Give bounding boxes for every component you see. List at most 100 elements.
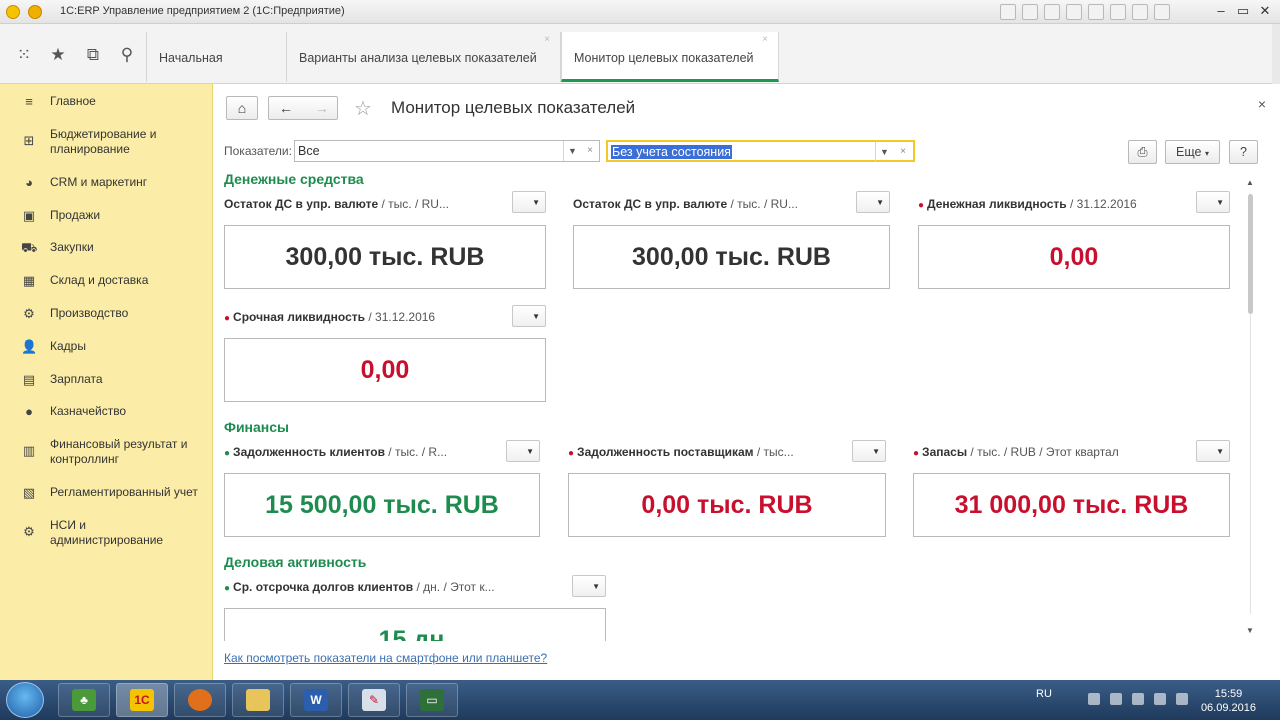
maximize-icon[interactable]: ▭ [1234,3,1252,19]
taskbar-app-paint[interactable]: ✎ [348,683,400,717]
indicator-value-box[interactable]: 15 дн. [224,608,606,641]
indicator-value-box[interactable]: 15 500,00 тыс. RUB [224,473,540,537]
folder-icon [246,689,270,711]
toolbar-icon[interactable] [1022,4,1038,20]
sidebar-item-treasury[interactable]: ● Казначейство [0,404,213,420]
sidebar-item-sales[interactable]: ▣ Продажи [0,208,213,224]
indicator-value-box[interactable]: 300,00 тыс. RUB [224,225,546,289]
tab-analysis-variants[interactable]: Варианты анализа целевых показателей × [287,32,561,82]
tab-home[interactable]: Начальная страница [146,32,287,117]
language-indicator[interactable]: RU [1036,688,1052,700]
mobile-help-link[interactable]: Как посмотреть показатели на смартфоне и… [224,651,547,665]
sidebar-item-staff[interactable]: 👤 Кадры [0,339,213,355]
clear-icon[interactable]: × [581,141,599,161]
indicator-details: / 31.12.2016 [1066,197,1137,211]
toolbar-icon[interactable] [1154,4,1170,20]
scroll-down-icon[interactable]: ▼ [1246,626,1254,635]
app-logo-icon[interactable] [6,5,20,19]
toolbar-icon[interactable] [1066,4,1082,20]
indicator-menu-button[interactable]: ▼ [506,440,540,462]
indicator-title: ● Ср. отсрочка долгов клиентов / дн. / Эт… [224,580,524,594]
indicator-value-box[interactable]: 0,00 [224,338,546,402]
history-icon[interactable]: ⧉ [82,44,104,66]
tray-icon[interactable] [1154,693,1166,705]
indicator-value-box[interactable]: 300,00 тыс. RUB [573,225,890,289]
content-scrollbar[interactable]: ▲ ▼ [1245,178,1255,638]
sidebar-item-production[interactable]: ⚙ Производство [0,306,213,322]
search-icon[interactable]: ⚲ [116,44,138,66]
home-button[interactable]: ⌂ [226,96,258,120]
sidebar-item-salary[interactable]: ▤ Зарплата [0,372,213,388]
clear-icon[interactable]: × [894,142,912,162]
toolbar-icon[interactable] [1088,4,1104,20]
app-menu-icon[interactable] [28,5,42,19]
state-filter-combo[interactable]: Без учета состояния ▼ × [606,140,915,162]
main-content: ⌂ ← → ☆ Монитор целевых показателей × По… [214,84,1280,680]
sidebar-item-crm[interactable]: ◕ CRM и маркетинг [0,175,213,191]
more-button[interactable]: Еще ▾ [1165,140,1220,164]
back-arrow-icon[interactable]: ← [279,100,293,116]
sidebar-item-regulated-accounting[interactable]: ▧ Регламентированный учет [0,485,213,501]
status-dot-green: ● [224,583,231,594]
indicator-value: 0,00 [1049,243,1099,271]
taskbar-app-firefox[interactable] [174,683,226,717]
taskbar-app-1c[interactable]: 1С [116,683,168,717]
terminal-icon: ▭ [420,689,444,711]
indicator-menu-button[interactable]: ▼ [852,440,886,462]
volume-icon[interactable] [1132,693,1144,705]
favorites-star-icon[interactable]: ★ [47,44,69,66]
taskbar-app-terminal[interactable]: ▭ [406,683,458,717]
chevron-down-icon[interactable]: ▼ [875,142,893,162]
favorite-star-icon[interactable]: ☆ [354,96,372,121]
sidebar-item-main[interactable]: ≡ Главное [0,94,213,110]
indicator-menu-button[interactable]: ▼ [512,305,546,327]
indicator-value: 300,00 тыс. RUB [632,243,831,271]
sidebar-item-administration[interactable]: ⚙ НСИ и администрирование [0,518,213,550]
history-nav-button[interactable]: ← → [268,96,338,120]
toolbar-icon[interactable] [1132,4,1148,20]
taskbar-app-explorer[interactable]: ♣ [58,683,110,717]
start-button[interactable] [6,682,44,718]
taskbar: ♣ 1С W ✎ ▭ RU 15:59 06.09.2016 [0,680,1280,720]
help-button[interactable]: ? [1229,140,1258,164]
tab-close-icon[interactable]: × [762,14,768,66]
tab-close-icon[interactable]: × [544,14,550,66]
minimize-icon[interactable]: – [1212,3,1230,18]
indicator-menu-button[interactable]: ▼ [856,191,890,213]
indicator-details: / 31.12.2016 [365,310,436,324]
indicator-menu-button[interactable]: ▼ [572,575,606,597]
tray-flag-icon[interactable] [1088,693,1100,705]
clock[interactable]: 15:59 06.09.2016 [1201,687,1256,715]
taskbar-app-files[interactable] [232,683,284,717]
network-icon[interactable] [1110,693,1122,705]
indicators-filter-combo[interactable]: Все ▼ × [294,140,600,162]
taskbar-app-word[interactable]: W [290,683,342,717]
scroll-thumb[interactable] [1248,194,1253,314]
forward-arrow-icon[interactable]: → [315,100,329,116]
tab-target-monitor[interactable]: Монитор целевых показателей × [561,32,779,82]
indicator-menu-button[interactable]: ▼ [1196,191,1230,213]
apps-grid-icon[interactable]: ⁙ [13,44,35,66]
close-window-icon[interactable]: ✕ [1256,3,1274,19]
sidebar-item-warehouse[interactable]: ▦ Склад и доставка [0,273,213,289]
close-page-icon[interactable]: × [1258,96,1266,112]
toolbar-icon[interactable] [1044,4,1060,20]
indicator-name: Денежная ликвидность [927,197,1067,211]
toolbar-icon[interactable] [1000,4,1016,20]
sidebar-item-financial-result[interactable]: ▥ Финансовый результат и контроллинг [0,437,213,469]
indicator-value-box[interactable]: 0,00 тыс. RUB [568,473,886,537]
print-button[interactable]: ⎙ [1128,140,1157,164]
indicator-value-box[interactable]: 31 000,00 тыс. RUB [913,473,1230,537]
indicator-menu-button[interactable]: ▼ [512,191,546,213]
indicator-details: / тыс. / RU... [727,197,798,211]
indicator-menu-button[interactable]: ▼ [1196,440,1230,462]
tray-icon[interactable] [1176,693,1188,705]
sidebar-item-purchases[interactable]: ⛟ Закупки [0,240,213,256]
cart-icon: ⛟ [21,240,38,255]
scroll-up-icon[interactable]: ▲ [1246,178,1254,187]
indicator-value-box[interactable]: 0,00 [918,225,1230,289]
chevron-down-icon[interactable]: ▼ [563,141,581,161]
toolbar-icon[interactable] [1110,4,1126,20]
sidebar-item-budgeting[interactable]: ⊞ Бюджетирование и планирование [0,127,213,159]
indicators-filter-value: Все [298,144,320,158]
